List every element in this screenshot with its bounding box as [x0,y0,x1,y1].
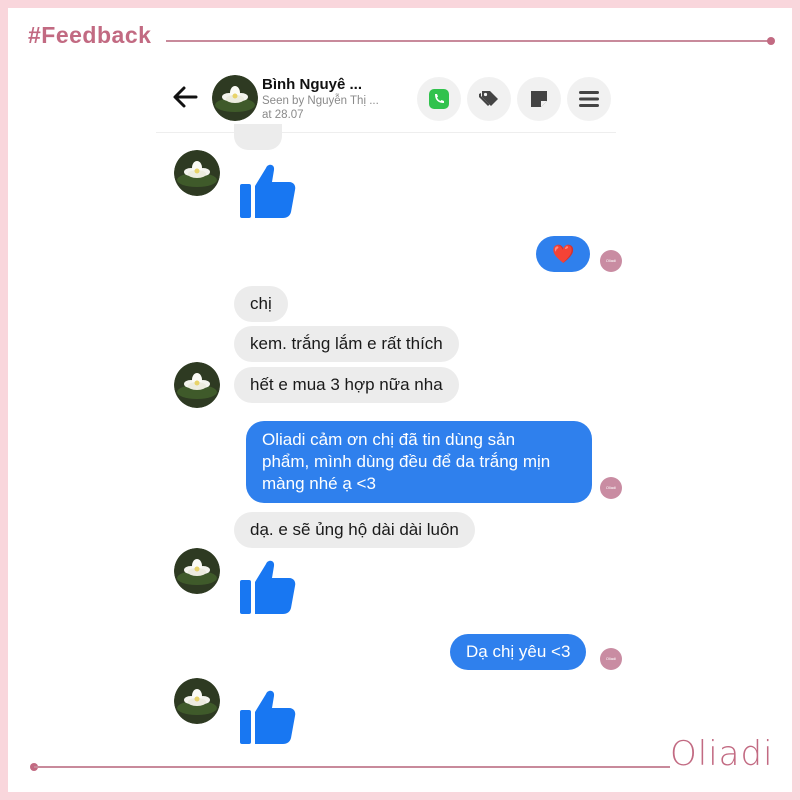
note-button[interactable] [517,77,561,121]
seen-avatar: Oliadi [600,250,622,272]
top-divider [166,40,774,42]
note-icon [531,91,547,107]
message-line: màng nhé ạ <3 [262,474,376,493]
thumbs-up-icon [240,560,296,614]
contact-avatar[interactable] [212,75,258,121]
top-divider-dot [767,37,775,45]
thumbs-up-icon [240,690,296,744]
chat-screenshot: Bình Nguyê ... Seen by Nguyễn Thị ... at… [156,64,622,744]
outgoing-message-bubble: Oliadi cảm ơn chị đã tin dùng sản phẩm, … [246,421,592,503]
seen-avatar: Oliadi [600,477,622,499]
seen-by-text: Seen by Nguyễn Thị ... [262,95,379,107]
feedback-heading: #Feedback [28,22,152,48]
contact-name[interactable]: Bình Nguyê ... [262,76,362,93]
incoming-message-bubble: chị [234,286,288,322]
incoming-message-bubble: kem. trắng lắm e rất thích [234,326,459,362]
chat-header: Bình Nguyê ... Seen by Nguyễn Thị ... at… [156,64,616,133]
feedback-card: #Feedback Bình Nguyê ... Seen by Nguyễn … [0,0,800,800]
sender-avatar [174,362,220,408]
seen-time-text: at 28.07 [262,109,304,121]
incoming-message-bubble: dạ. e sẽ ủng hộ dài dài luôn [234,512,475,548]
thumbs-up-icon [240,164,296,218]
brand-logo: Oliadi [670,734,774,774]
menu-button[interactable] [567,77,611,121]
message-line: phẩm, mình dùng đều để da trắng mịn [262,452,551,471]
outgoing-message-bubble: Dạ chị yêu <3 [450,634,587,670]
phone-icon [429,89,449,109]
bottom-divider [34,766,670,768]
outgoing-heart-bubble: ❤️ [536,236,591,272]
sender-avatar [174,150,220,196]
sender-avatar [174,678,220,724]
cut-off-message-bubble [234,124,282,150]
heart-icon: ❤️ [552,244,575,264]
tag-button[interactable] [467,77,511,121]
seen-avatar: Oliadi [600,648,622,670]
menu-icon [579,91,599,107]
sender-avatar [174,548,220,594]
incoming-message-bubble: hết e mua 3 hợp nữa nha [234,367,459,403]
call-button[interactable] [417,77,461,121]
back-arrow-icon[interactable] [170,82,200,112]
message-line: Oliadi cảm ơn chị đã tin dùng sản [262,430,516,449]
tag-icon [479,91,498,106]
